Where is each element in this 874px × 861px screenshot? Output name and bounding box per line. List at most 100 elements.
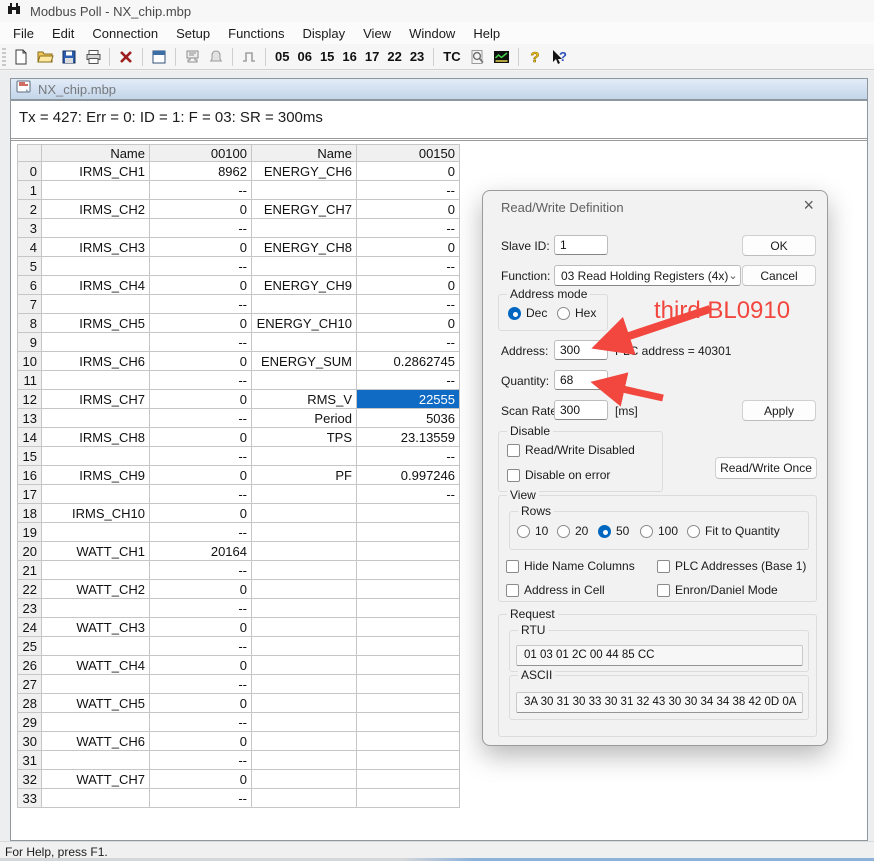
- row-number[interactable]: 27: [18, 675, 42, 694]
- grid-cell[interactable]: [42, 257, 150, 276]
- checkbox-icon[interactable]: [507, 444, 520, 457]
- checkbox-icon[interactable]: [506, 560, 519, 573]
- grid-cell[interactable]: [252, 599, 357, 618]
- row-number[interactable]: 9: [18, 333, 42, 352]
- poll-setup-icon[interactable]: [181, 47, 203, 67]
- titlebar[interactable]: Modbus Poll - NX_chip.mbp: [0, 0, 874, 22]
- save-file-icon[interactable]: [58, 47, 80, 67]
- grid-cell[interactable]: [252, 333, 357, 352]
- grid-cell[interactable]: [252, 732, 357, 751]
- slave-id-input[interactable]: [554, 235, 608, 255]
- grid-cell[interactable]: [42, 561, 150, 580]
- grid-cell[interactable]: [357, 789, 460, 808]
- communication-traffic-icon[interactable]: [491, 47, 513, 67]
- row-number[interactable]: 3: [18, 219, 42, 238]
- grid-cell[interactable]: WATT_CH5: [42, 694, 150, 713]
- grid-cell[interactable]: IRMS_CH9: [42, 466, 150, 485]
- grid-cell[interactable]: --: [150, 751, 252, 770]
- grid-cell[interactable]: [252, 789, 357, 808]
- grid-cell[interactable]: [357, 751, 460, 770]
- grid-cell[interactable]: 0: [357, 238, 460, 257]
- checkbox-icon[interactable]: [657, 560, 670, 573]
- grid-cell[interactable]: [252, 580, 357, 599]
- row-number[interactable]: 33: [18, 789, 42, 808]
- grid-cell[interactable]: [252, 523, 357, 542]
- row-number[interactable]: 12: [18, 390, 42, 409]
- grid-cell[interactable]: WATT_CH4: [42, 656, 150, 675]
- grid-cell[interactable]: [42, 219, 150, 238]
- grid-cell[interactable]: 0: [150, 618, 252, 637]
- grid-cell[interactable]: --: [150, 447, 252, 466]
- grid-cell[interactable]: ENERGY_CH10: [252, 314, 357, 333]
- grid-cell[interactable]: 0: [150, 694, 252, 713]
- pulse-icon[interactable]: [238, 47, 260, 67]
- close-icon[interactable]: ×: [803, 196, 814, 214]
- grid-header-1[interactable]: Name: [42, 145, 150, 162]
- grid-cell[interactable]: [42, 295, 150, 314]
- grid-cell[interactable]: --: [150, 409, 252, 428]
- grid-cell[interactable]: --: [150, 637, 252, 656]
- grid-cell[interactable]: IRMS_CH10: [42, 504, 150, 523]
- grid-cell[interactable]: [357, 694, 460, 713]
- grid-cell[interactable]: 0: [357, 162, 460, 181]
- grid-cell[interactable]: [252, 561, 357, 580]
- grid-cell[interactable]: [252, 371, 357, 390]
- grid-cell[interactable]: IRMS_CH5: [42, 314, 150, 333]
- grid-cell[interactable]: [42, 523, 150, 542]
- ok-button[interactable]: OK: [742, 235, 816, 256]
- grid-cell[interactable]: [357, 618, 460, 637]
- grid-cell[interactable]: IRMS_CH2: [42, 200, 150, 219]
- grid-cell[interactable]: 0: [357, 200, 460, 219]
- enron-daniel-checkbox[interactable]: Enron/Daniel Mode: [657, 583, 778, 597]
- read-write-disabled-checkbox[interactable]: Read/Write Disabled: [507, 443, 635, 457]
- quantity-input[interactable]: [554, 370, 608, 390]
- grid-cell[interactable]: [357, 732, 460, 751]
- grid-cell[interactable]: [252, 295, 357, 314]
- row-number[interactable]: 0: [18, 162, 42, 181]
- grid-cell[interactable]: 0: [150, 770, 252, 789]
- document-titlebar[interactable]: NX_chip.mbp: [11, 79, 867, 101]
- row-number[interactable]: 7: [18, 295, 42, 314]
- grid-cell[interactable]: 0: [150, 276, 252, 295]
- grid-cell[interactable]: [42, 409, 150, 428]
- radio-hex-icon[interactable]: [557, 307, 570, 320]
- function-button-06[interactable]: 06: [293, 49, 315, 64]
- grid-header-4[interactable]: 00150: [357, 145, 460, 162]
- grid-cell[interactable]: --: [150, 599, 252, 618]
- apply-button[interactable]: Apply: [742, 400, 816, 421]
- grid-cell[interactable]: IRMS_CH1: [42, 162, 150, 181]
- grid-cell[interactable]: 0: [150, 656, 252, 675]
- read-write-once-button[interactable]: Read/Write Once: [715, 457, 817, 479]
- print-icon[interactable]: [82, 47, 104, 67]
- grid-cell[interactable]: --: [357, 371, 460, 390]
- function-button-22[interactable]: 22: [383, 49, 405, 64]
- grid-cell[interactable]: [357, 675, 460, 694]
- row-number[interactable]: 20: [18, 542, 42, 561]
- grid-cell[interactable]: --: [150, 675, 252, 694]
- menu-connection[interactable]: Connection: [83, 24, 167, 43]
- grid-cell[interactable]: --: [357, 181, 460, 200]
- grid-cell[interactable]: [42, 599, 150, 618]
- grid-cell[interactable]: [42, 675, 150, 694]
- radio-fit-to-quantity[interactable]: Fit to Quantity: [687, 524, 780, 538]
- grid-cell[interactable]: [252, 447, 357, 466]
- grid-cell[interactable]: --: [150, 295, 252, 314]
- address-input[interactable]: [554, 340, 608, 360]
- cancel-button[interactable]: Cancel: [742, 265, 816, 286]
- grid-cell[interactable]: 5036: [357, 409, 460, 428]
- row-number[interactable]: 13: [18, 409, 42, 428]
- grid-cell[interactable]: --: [150, 333, 252, 352]
- row-number[interactable]: 5: [18, 257, 42, 276]
- read-write-definition-icon[interactable]: [148, 47, 170, 67]
- grid-cell[interactable]: [252, 656, 357, 675]
- grid-cell[interactable]: [42, 789, 150, 808]
- grid-cell[interactable]: [42, 485, 150, 504]
- cancel-icon[interactable]: [115, 47, 137, 67]
- open-file-icon[interactable]: [34, 47, 56, 67]
- grid-cell[interactable]: --: [150, 523, 252, 542]
- checkbox-icon[interactable]: [506, 584, 519, 597]
- radio-dec[interactable]: Dec: [508, 306, 547, 320]
- grid-cell[interactable]: ENERGY_SUM: [252, 352, 357, 371]
- row-number[interactable]: 8: [18, 314, 42, 333]
- row-number[interactable]: 10: [18, 352, 42, 371]
